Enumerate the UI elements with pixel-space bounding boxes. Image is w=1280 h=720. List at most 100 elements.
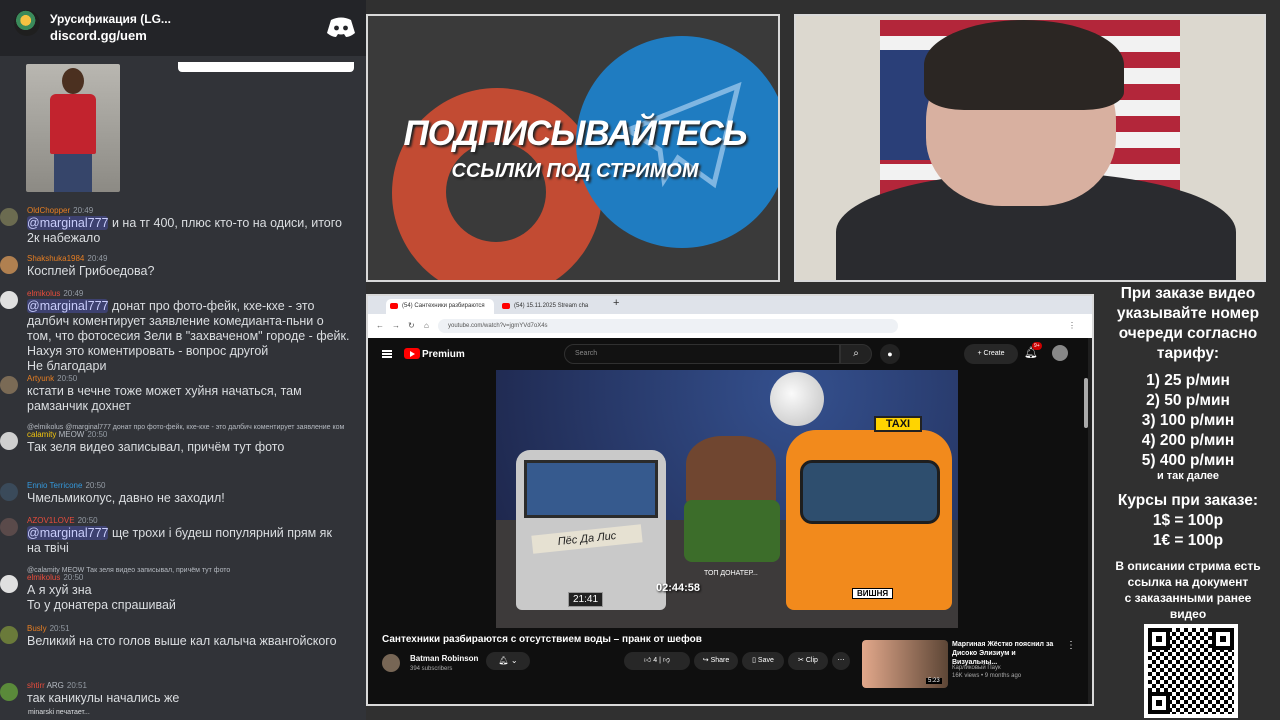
mention[interactable]: @marginal777 [27,216,109,230]
avatar[interactable] [0,291,18,309]
top-donator-label: ТОП ДОНАТЕР... [704,570,758,577]
address-bar: ← → ↻ ⌂ youtube.com/watch?v=jgmYVd7oX4s … [368,314,1092,338]
home-icon[interactable]: ⌂ [424,322,429,330]
share-button[interactable]: ↪ Share [694,652,738,670]
desc-line: В описании стрима есть [1115,559,1261,573]
youtube-logo-icon[interactable] [404,348,420,359]
message-text: далбич коментирует заявление комедианта-… [27,314,324,328]
thumbs-down-icon: 👎︎ [662,657,670,664]
embed-card[interactable] [178,62,354,72]
timestamp: 20:49 [73,206,94,215]
username[interactable]: elmikolus [27,289,60,298]
attached-image[interactable] [26,64,120,192]
desc-line: видео [1169,607,1207,621]
menu-icon[interactable] [382,350,392,358]
typing-indicator: minarski печатает... [28,709,90,716]
username[interactable]: shtirr [27,681,45,690]
message-text: рамзанчик дохнет [27,399,131,413]
tariff-item: 3) 100 р/мин [1141,412,1235,429]
message-text: кстати в чечне тоже может хуйня начаться… [27,384,302,398]
tab-active[interactable]: (54) Сантехники разбираются [386,299,494,314]
timestamp: 20:50 [87,430,108,439]
banner-subtitle: ССЫЛКИ ПОД СТРИМОМ [451,160,699,182]
back-icon[interactable]: ← [376,322,384,330]
avatar[interactable] [0,575,18,593]
message-text: Не благодари [27,359,107,373]
create-button[interactable]: + Create [964,344,1018,364]
url-field[interactable]: youtube.com/watch?v=jgmYVd7oX4s [438,319,898,333]
username[interactable]: OldChopper [27,206,70,215]
mic-icon[interactable]: ● [880,344,900,364]
subscriber-count: 394 subscribers [410,666,453,672]
avatar[interactable] [0,208,18,226]
username[interactable]: Busly [27,624,47,633]
username[interactable]: Shakshuka1984 [27,254,84,263]
timestamp: 20:49 [87,254,108,263]
webcam-feed [794,14,1266,282]
menu-icon[interactable]: ⋮ [1068,322,1076,330]
forward-icon[interactable]: → [392,322,400,330]
more-actions-button[interactable]: ⋯ [832,652,850,670]
stream-overlay: Урусификация (LG... discord.gg/uem OldCh… [0,0,1280,720]
username[interactable]: AZOV1LOVE [27,516,75,525]
tab-bar: (54) Сантехники разбираются (54) 15.11.2… [368,296,1092,314]
recommended-title[interactable]: Маргиная Жёстко пояснил за Дисоко Элизиу… [952,640,1062,667]
username[interactable]: Ennio Terricone [27,481,82,490]
qr-code[interactable] [1144,624,1238,718]
bookmark-icon: ▯ [752,657,756,664]
message-text: Чмельмиколус, давно не заходил! [27,491,225,505]
user-badge: ARG [46,681,64,690]
username[interactable]: Artyunk [27,374,54,383]
message-text: донат про фото-фейк, кхе-кхе - это [108,299,315,313]
youtube-icon [502,303,510,309]
avatar[interactable] [0,432,18,450]
avatar[interactable] [0,256,18,274]
tab-stream[interactable]: (54) 15.11.2025 Stream cha [498,299,608,314]
mention[interactable]: @marginal777 [27,526,109,540]
message-text: на твічі [27,541,69,555]
scrollbar[interactable] [1084,378,1088,428]
avatar[interactable] [0,483,18,501]
channel-name[interactable]: Batman Robinson [410,654,478,663]
save-button[interactable]: ▯ Save [742,652,784,670]
like-button[interactable]: 👍︎ 4 | 👎︎ [624,652,690,670]
timestamp: 20:51 [66,681,87,690]
search-input[interactable]: Search [564,344,840,364]
message-text: Косплей Грибоедова? [27,264,155,278]
subscribe-bell-button[interactable]: 🔔︎ ⌄ [486,652,530,670]
avatar[interactable] [0,626,18,644]
channel-avatar[interactable] [382,654,400,672]
taxi-sign: TAXI [874,416,922,432]
tariff-item: 4) 200 р/мин [1141,432,1235,449]
rate-eur: 1€ = 100р [1152,532,1224,549]
server-header[interactable]: Урусификация (LG... discord.gg/uem [0,0,366,56]
recommended-menu-icon[interactable]: ⋮ [1066,640,1076,651]
search-icon[interactable]: ⌕ [840,344,872,364]
timestamp: 20:51 [49,624,70,633]
subscribe-banner: ПОДПИСЫВАЙТЕСЬ ССЫЛКИ ПОД СТРИМОМ [366,14,780,282]
moon [770,372,824,426]
timestamp: 20:50 [77,516,98,525]
clip-button[interactable]: ✂ Clip [788,652,828,670]
avatar[interactable] [0,683,18,701]
info-line: очереди согласно [1118,325,1258,342]
mention[interactable]: @marginal777 [27,299,109,313]
server-name: Урусификация (LG... [50,12,171,26]
video-player[interactable]: Пёс Да Лис 21:41 TAXI ВИШНЯ ТОП ДОНАТЕР.… [496,370,958,628]
scissors-icon: ✂ [798,657,804,664]
avatar[interactable] [0,518,18,536]
username[interactable]: calamity [27,430,56,439]
recommended-duration: 5:23 [926,678,942,684]
share-icon: ↪ [702,657,709,664]
youtube-brand[interactable]: Premium [422,349,465,360]
youtube-page: Premium Search ⌕ ● + Create 🔔︎ 9+ Пёс Да… [368,338,1088,704]
message-text: так каникулы начались же [27,691,180,705]
new-tab-button[interactable]: + [610,296,624,311]
desc-line: с заказанными ранее [1124,591,1252,605]
avatar[interactable] [0,376,18,394]
reload-icon[interactable]: ↻ [408,322,415,330]
message-text: Нахуя это коментировать - вопрос другой [27,344,269,358]
username[interactable]: elmikolus [27,573,60,582]
account-avatar[interactable] [1052,345,1068,361]
timestamp: 20:50 [63,573,84,582]
